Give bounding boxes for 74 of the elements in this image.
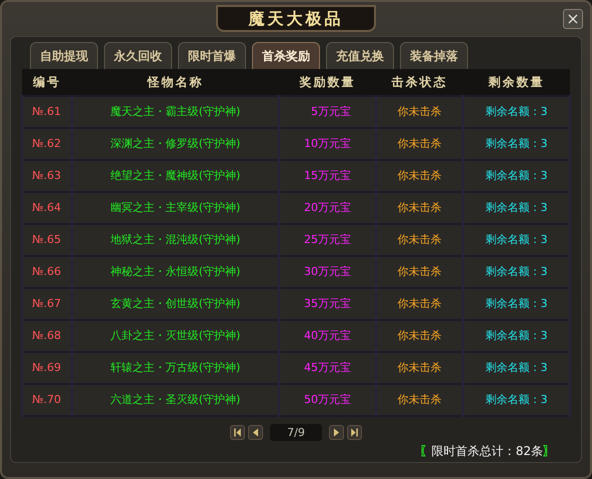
table-cell: 50万元宝 [279, 384, 376, 416]
table-cell: 绝望之主・魔神级(守护神) [72, 160, 279, 192]
table-cell: №.63 [22, 160, 72, 192]
column-header: 奖励数量 [279, 69, 376, 96]
table-cell: 40万元宝 [279, 320, 376, 352]
table-cell: 深渊之主・修罗级(守护神) [72, 128, 279, 160]
table-cell: №.62 [22, 128, 72, 160]
tab[interactable]: 限时首爆 [178, 42, 246, 69]
table-cell: 剩余名额：3 [463, 352, 570, 384]
table-cell: №.67 [22, 288, 72, 320]
table-cell: 剩余名额：3 [463, 288, 570, 320]
table-cell: 剩余名额：3 [463, 224, 570, 256]
table-cell: 你未击杀 [376, 160, 463, 192]
total-count-text: 限时首杀总计：82条 [432, 443, 543, 460]
table-cell: 你未击杀 [376, 224, 463, 256]
table-cell: 20万元宝 [279, 192, 376, 224]
table-cell: 你未击杀 [376, 96, 463, 128]
table-cell: 你未击杀 [376, 288, 463, 320]
first-page-button[interactable] [230, 425, 245, 440]
table-cell: 你未击杀 [376, 256, 463, 288]
table-cell: 轩辕之主・万古级(守护神) [72, 352, 279, 384]
tab[interactable]: 装备掉落 [400, 42, 468, 69]
table-cell: №.70 [22, 384, 72, 416]
table-cell: 剩余名额：3 [463, 160, 570, 192]
table-cell: 剩余名额：3 [463, 128, 570, 160]
table-cell: 30万元宝 [279, 256, 376, 288]
table-cell: 你未击杀 [376, 384, 463, 416]
table-cell: 剩余名额：3 [463, 96, 570, 128]
table-cell: 5万元宝 [279, 96, 376, 128]
table-cell: 地狱之主・混沌级(守护神) [72, 224, 279, 256]
table-cell: 你未击杀 [376, 352, 463, 384]
skip-start-icon [232, 427, 243, 438]
table-cell: 35万元宝 [279, 288, 376, 320]
table-cell: 幽冥之主・主宰级(守护神) [72, 192, 279, 224]
table-cell: №.65 [22, 224, 72, 256]
tab[interactable]: 永久回收 [104, 42, 172, 69]
table-cell: 八卦之主・灭世级(守护神) [72, 320, 279, 352]
table-cell: №.64 [22, 192, 72, 224]
table-cell: №.61 [22, 96, 72, 128]
table-cell: 15万元宝 [279, 160, 376, 192]
column-header: 编号 [22, 69, 72, 96]
table-cell: 你未击杀 [376, 192, 463, 224]
close-button[interactable]: × [563, 9, 583, 29]
tab[interactable]: 自助提现 [30, 42, 98, 69]
table-cell: 剩余名额：3 [463, 192, 570, 224]
table-cell: 六道之主・圣灭级(守护神) [72, 384, 279, 416]
last-page-button[interactable] [347, 425, 362, 440]
table-cell: 魔天之主・霸主级(守护神) [72, 96, 279, 128]
table-cell: 剩余名额：3 [463, 384, 570, 416]
table-cell: №.68 [22, 320, 72, 352]
page-indicator: 7/9 [270, 424, 322, 441]
table-cell: 你未击杀 [376, 320, 463, 352]
table-cell: 你未击杀 [376, 128, 463, 160]
bracket: 〗 [543, 443, 555, 460]
table-cell: 神秘之主・永恒级(守护神) [72, 256, 279, 288]
table-cell: №.69 [22, 352, 72, 384]
triangle-left-icon [250, 427, 261, 438]
table-cell: №.66 [22, 256, 72, 288]
previous-page-button[interactable] [248, 425, 263, 440]
column-header: 击杀状态 [376, 69, 463, 96]
window-title: 魔天大极品 [216, 5, 376, 32]
skip-end-icon [349, 427, 360, 438]
table-cell: 10万元宝 [279, 128, 376, 160]
column-header: 剩余数量 [463, 69, 570, 96]
table-cell: 玄黄之主・创世级(守护神) [72, 288, 279, 320]
table-cell: 25万元宝 [279, 224, 376, 256]
bracket: 〖 [420, 443, 432, 460]
column-header: 怪物名称 [72, 69, 279, 96]
table-cell: 剩余名额：3 [463, 256, 570, 288]
tab[interactable]: 充值兑换 [326, 42, 394, 69]
next-page-button[interactable] [329, 425, 344, 440]
tab[interactable]: 首杀奖励 [252, 42, 320, 69]
table-cell: 剩余名额：3 [463, 320, 570, 352]
table-cell: 45万元宝 [279, 352, 376, 384]
